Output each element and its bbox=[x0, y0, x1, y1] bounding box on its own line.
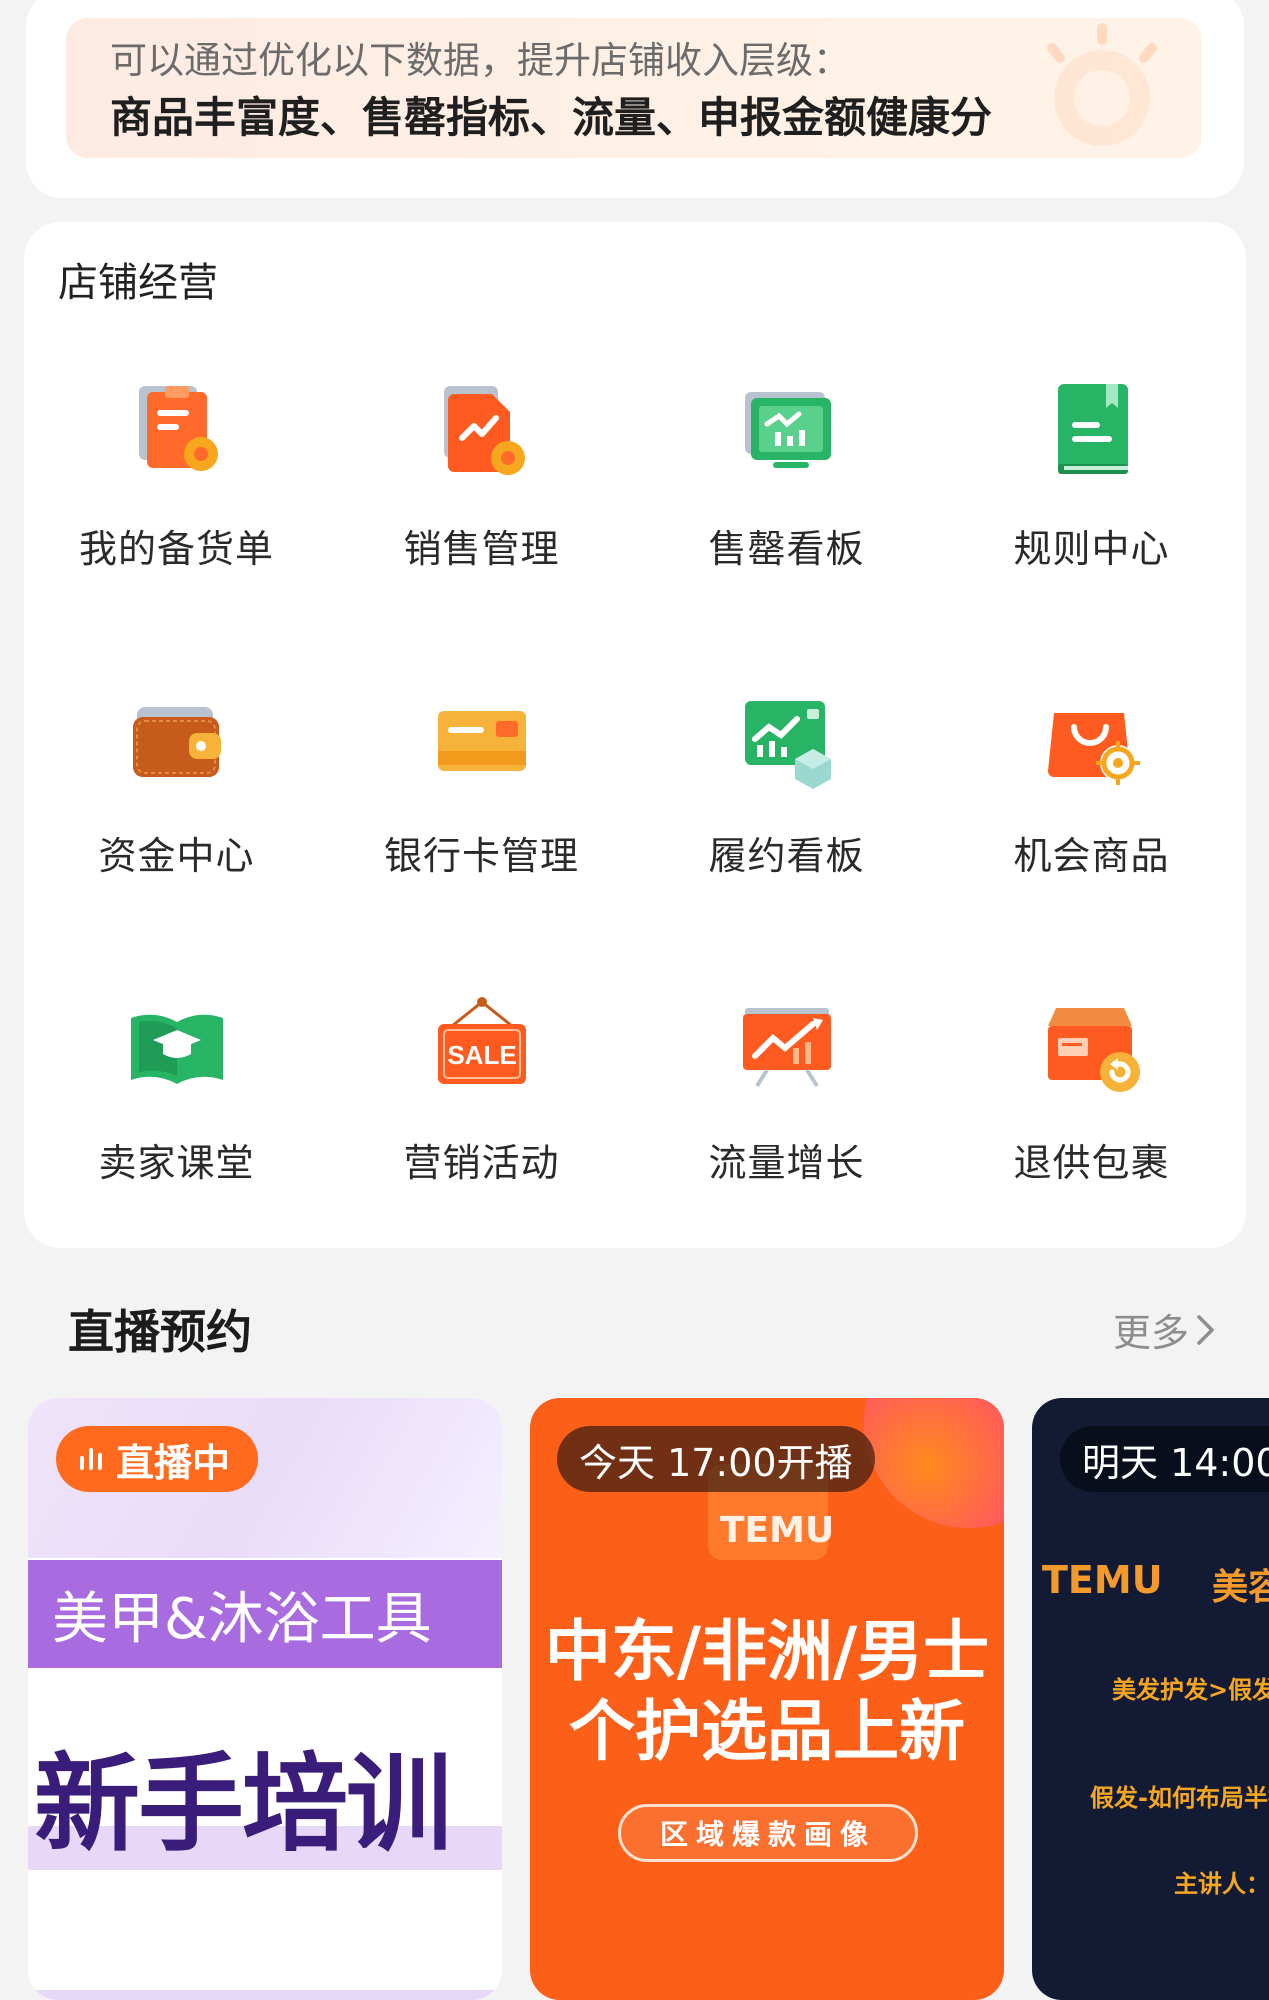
menu-label: 卖家课堂 bbox=[98, 1141, 255, 1185]
card-category: 美容 bbox=[1212, 1567, 1269, 1608]
card-category-band: 美甲&沐浴工具 bbox=[28, 1560, 502, 1668]
menu-label: 银行卡管理 bbox=[383, 834, 579, 878]
live-section-title: 直播预约 bbox=[68, 1305, 252, 1359]
card-topic-line2: 假发-如何布局半托管 bbox=[1090, 1784, 1269, 1812]
menu-label: 营销活动 bbox=[403, 1141, 560, 1185]
menu-item-sellout-dashboard[interactable]: 售罄看板 bbox=[634, 330, 939, 637]
menu-item-marketing-campaigns[interactable]: SALE 营销活动 bbox=[329, 944, 634, 1251]
menu-item-rules-center[interactable]: 规则中心 bbox=[939, 330, 1244, 637]
schedule-badge: 明天 14:00 bbox=[1060, 1426, 1269, 1492]
bank-card-icon bbox=[422, 679, 542, 799]
menu-label: 机会商品 bbox=[1013, 834, 1170, 878]
temu-logo: TEMU bbox=[720, 1510, 835, 1551]
traffic-growth-icon bbox=[727, 986, 847, 1106]
menu-item-fulfillment-dashboard[interactable]: 履约看板 bbox=[634, 637, 939, 944]
card-topic-line1: 美发护发>假发 bbox=[1112, 1676, 1269, 1704]
stock-order-icon bbox=[117, 372, 237, 492]
svg-text:SALE: SALE bbox=[447, 1040, 516, 1070]
opportunity-bag-icon bbox=[1032, 679, 1152, 799]
card-bottom-strip bbox=[28, 1990, 502, 2000]
live-status-label: 直播中 bbox=[116, 1440, 231, 1485]
live-card-hair-care[interactable]: TEMU 美容 美发护发>假发 假发-如何布局半托管 主讲人： 明天 14:00 bbox=[1032, 1398, 1269, 2000]
menu-label: 退供包裹 bbox=[1013, 1141, 1170, 1185]
income-tip-banner: 可以通过优化以下数据，提升店铺收入层级： 商品丰富度、售罄指标、流量、申报金额健… bbox=[66, 18, 1202, 158]
wallet-icon bbox=[117, 679, 237, 799]
section-title: 店铺经营 bbox=[58, 260, 218, 306]
store-operations-card: 店铺经营 我的备货单 销售管理 售罄看板 规则中心 资金中心 银行卡管理 履约看… bbox=[24, 222, 1246, 1248]
seller-classroom-icon bbox=[117, 986, 237, 1106]
more-label: 更多 bbox=[1112, 1311, 1189, 1355]
menu-label: 销售管理 bbox=[403, 527, 560, 571]
live-more-link[interactable]: 更多 bbox=[1113, 1302, 1217, 1357]
corner-decoration bbox=[864, 1398, 1004, 1528]
income-tip-card: 可以通过优化以下数据，提升店铺收入层级： 商品丰富度、售罄指标、流量、申报金额健… bbox=[26, 0, 1244, 198]
menu-label: 资金中心 bbox=[98, 834, 255, 878]
menu-item-bank-card[interactable]: 银行卡管理 bbox=[329, 637, 634, 944]
menu-label: 履约看板 bbox=[708, 834, 865, 878]
card-tag: 区域爆款画像 bbox=[618, 1804, 918, 1862]
operations-grid: 我的备货单 销售管理 售罄看板 规则中心 资金中心 银行卡管理 履约看板 机会商… bbox=[24, 330, 1246, 1251]
card-headline: 新手培训 bbox=[34, 1743, 452, 1866]
return-package-icon bbox=[1032, 986, 1152, 1106]
temu-logo: TEMU bbox=[1042, 1558, 1163, 1602]
menu-label: 售罄看板 bbox=[708, 527, 865, 571]
rules-book-icon bbox=[1032, 372, 1152, 492]
menu-item-funds-center[interactable]: 资金中心 bbox=[24, 637, 329, 944]
live-bars-icon bbox=[80, 1448, 102, 1470]
sales-management-icon bbox=[422, 372, 542, 492]
menu-item-stock-orders[interactable]: 我的备货单 bbox=[24, 330, 329, 637]
menu-label: 我的备货单 bbox=[78, 527, 274, 571]
live-now-badge: 直播中 bbox=[56, 1426, 259, 1492]
sale-sign-icon: SALE bbox=[422, 986, 542, 1106]
menu-label: 流量增长 bbox=[708, 1141, 865, 1185]
live-card-region-products[interactable]: TEMU 中东/非洲/男士 个护选品上新 区域爆款画像 今天 17:00开播 bbox=[530, 1398, 1004, 2000]
fulfillment-dashboard-icon bbox=[727, 679, 847, 799]
menu-label: 规则中心 bbox=[1013, 527, 1170, 571]
sellout-dashboard-icon bbox=[727, 372, 847, 492]
chevron-right-icon bbox=[1197, 1314, 1214, 1345]
schedule-badge: 今天 17:00开播 bbox=[557, 1426, 875, 1492]
tip-metrics: 商品丰富度、售罄指标、流量、申报金额健康分 bbox=[110, 93, 993, 142]
menu-item-opportunity-products[interactable]: 机会商品 bbox=[939, 637, 1244, 944]
live-card-nail-training[interactable]: 美甲&沐浴工具 新手培训 直播中 bbox=[28, 1398, 502, 2000]
card-speaker: 主讲人： bbox=[1174, 1870, 1269, 1898]
menu-item-sales-management[interactable]: 销售管理 bbox=[329, 330, 634, 637]
menu-item-seller-classroom[interactable]: 卖家课堂 bbox=[24, 944, 329, 1251]
card-headline-line2: 个护选品上新 bbox=[569, 1693, 965, 1770]
tip-description: 可以通过优化以下数据，提升店铺收入层级： bbox=[110, 39, 850, 82]
menu-item-return-packages[interactable]: 退供包裹 bbox=[939, 944, 1244, 1251]
menu-item-traffic-growth[interactable]: 流量增长 bbox=[634, 944, 939, 1251]
lightbulb-decoration-icon bbox=[1047, 23, 1157, 146]
